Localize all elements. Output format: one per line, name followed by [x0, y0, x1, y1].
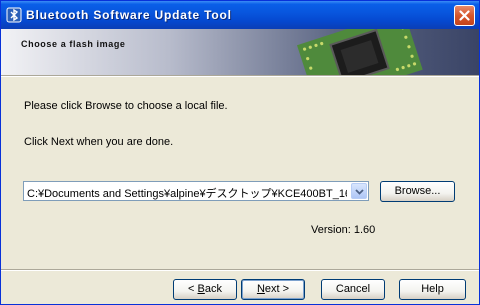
browse-instruction: Please click Browse to choose a local fi…: [24, 100, 228, 112]
footer-separator: [1, 269, 479, 271]
dialog-window: Bluetooth Software Update Tool Choose a …: [0, 0, 480, 305]
banner-subtitle: Choose a flash image: [21, 39, 126, 49]
help-button[interactable]: Help: [399, 279, 466, 300]
version-label: Version: [311, 224, 348, 236]
back-button[interactable]: < Back: [173, 279, 237, 300]
version-value: 1.60: [353, 224, 376, 236]
next-instruction: Click Next when you are done.: [24, 136, 174, 148]
dropdown-button[interactable]: [351, 183, 367, 199]
chevron-down-icon: [355, 189, 364, 195]
next-button[interactable]: Next >: [241, 279, 305, 300]
close-icon: [459, 10, 470, 21]
header-banner: Choose a flash image: [1, 29, 479, 75]
title-bar[interactable]: Bluetooth Software Update Tool: [1, 1, 479, 29]
file-path-value: C:¥Documents and Settings¥alpine¥デスクトップ¥…: [27, 188, 347, 200]
window-title: Bluetooth Software Update Tool: [26, 8, 232, 22]
file-path-combobox[interactable]: C:¥Documents and Settings¥alpine¥デスクトップ¥…: [23, 181, 369, 201]
header-separator: [1, 75, 479, 77]
circuit-chip-image: [297, 29, 423, 75]
cancel-button[interactable]: Cancel: [321, 279, 385, 300]
app-icon: [6, 7, 22, 23]
version-text: Version: 1.60: [311, 224, 376, 236]
browse-button[interactable]: Browse...: [380, 181, 455, 202]
close-button[interactable]: [454, 5, 475, 26]
